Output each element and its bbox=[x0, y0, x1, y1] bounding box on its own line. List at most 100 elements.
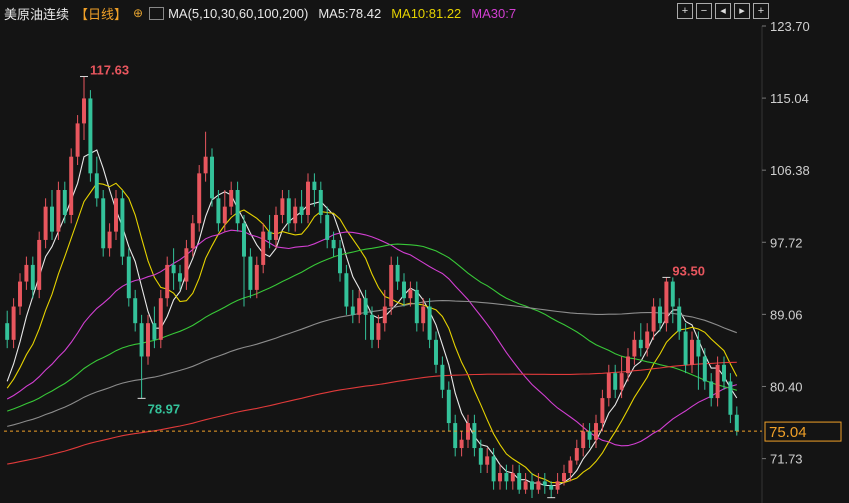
candle-down bbox=[210, 156, 214, 199]
y-tick-label: 115.04 bbox=[770, 91, 809, 106]
candle-down bbox=[722, 364, 726, 382]
candle-down bbox=[133, 298, 138, 324]
candle-down bbox=[299, 206, 304, 215]
candle-down bbox=[446, 389, 451, 424]
candle-up bbox=[555, 481, 560, 490]
candle-up bbox=[485, 456, 490, 465]
candle-down bbox=[331, 239, 336, 249]
y-tick-label: 80.40 bbox=[770, 379, 803, 394]
candle-up bbox=[306, 181, 310, 215]
candle-up bbox=[82, 98, 86, 124]
candle-down bbox=[286, 198, 291, 224]
candle-down bbox=[440, 364, 445, 390]
candle-down bbox=[101, 198, 106, 249]
candle-down bbox=[491, 456, 496, 482]
candle-up bbox=[715, 364, 720, 399]
candle-down bbox=[504, 473, 509, 482]
candle-up bbox=[107, 231, 112, 249]
candle-up bbox=[24, 264, 29, 282]
candle-up bbox=[510, 473, 515, 482]
candle-down bbox=[453, 423, 458, 449]
y-tick-label: 123.70 bbox=[770, 19, 810, 34]
annotation-label: 117.63 bbox=[90, 63, 129, 78]
candle-down bbox=[312, 181, 317, 190]
candle-up bbox=[581, 431, 586, 449]
candle-up bbox=[184, 248, 189, 282]
candle-up bbox=[43, 206, 48, 240]
candle-down bbox=[414, 289, 419, 324]
candle-up bbox=[75, 123, 80, 157]
candle-down bbox=[370, 314, 374, 340]
candle-up bbox=[523, 481, 528, 490]
candle-down bbox=[235, 189, 240, 224]
candle-down bbox=[344, 273, 349, 307]
candle-down bbox=[702, 356, 707, 382]
candle-down bbox=[152, 323, 157, 340]
candle-down bbox=[50, 206, 54, 232]
candle-up bbox=[664, 281, 669, 324]
candle-down bbox=[395, 264, 400, 282]
candle-up bbox=[261, 231, 266, 265]
candle-up bbox=[690, 339, 694, 365]
candle-down bbox=[139, 323, 144, 357]
candle-up bbox=[600, 398, 605, 424]
candle-down bbox=[350, 306, 355, 315]
candle-down bbox=[5, 323, 10, 340]
candle-down bbox=[638, 339, 643, 349]
candle-up bbox=[389, 264, 394, 307]
candle-down bbox=[658, 306, 662, 324]
y-tick-label: 97.72 bbox=[770, 235, 803, 250]
current-price-value: 75.04 bbox=[769, 424, 807, 441]
candle-down bbox=[427, 306, 432, 340]
candle-down bbox=[530, 481, 534, 490]
candle-up bbox=[146, 323, 150, 357]
candle-up bbox=[645, 331, 650, 349]
candle-up bbox=[651, 306, 656, 332]
candle-down bbox=[472, 423, 477, 449]
candle-down bbox=[549, 485, 554, 490]
candle-down bbox=[542, 481, 547, 486]
candle-up bbox=[158, 298, 163, 340]
annotation-label: 93.50 bbox=[672, 263, 705, 278]
candle-down bbox=[267, 231, 272, 240]
candle-up bbox=[459, 439, 464, 449]
y-tick-label: 71.73 bbox=[770, 452, 803, 467]
candle-down bbox=[677, 306, 682, 332]
candle-down bbox=[325, 214, 330, 240]
y-tick-label: 89.06 bbox=[770, 307, 803, 322]
candle-down bbox=[171, 264, 176, 274]
candle-down bbox=[94, 173, 99, 199]
candle-up bbox=[69, 156, 74, 215]
candle-down bbox=[517, 473, 522, 490]
candle-down bbox=[242, 223, 246, 257]
candle-up bbox=[114, 198, 118, 232]
candle-down bbox=[683, 331, 688, 365]
candle-down bbox=[248, 256, 253, 290]
candle-up bbox=[376, 323, 381, 340]
candle-up bbox=[203, 156, 208, 174]
candle-up bbox=[165, 264, 170, 299]
candle-up bbox=[382, 306, 387, 324]
candle-down bbox=[670, 281, 675, 307]
candle-up bbox=[229, 189, 234, 207]
candle-up bbox=[293, 206, 298, 224]
candle-down bbox=[587, 431, 592, 440]
candle-down bbox=[613, 373, 618, 390]
annotation-label: 78.97 bbox=[148, 401, 181, 416]
candle-up bbox=[197, 173, 202, 224]
candle-down bbox=[402, 281, 406, 299]
candle-down bbox=[216, 198, 221, 224]
candle-up bbox=[11, 306, 16, 340]
candle-down bbox=[728, 381, 733, 415]
candle-up bbox=[280, 198, 285, 215]
candle-up bbox=[357, 298, 362, 315]
candle-up bbox=[626, 356, 630, 374]
candlestick-chart[interactable]: 123.70 115.04 106.38 97.72 89.06 80.40 71.73 75… bbox=[0, 0, 849, 503]
candle-up bbox=[18, 281, 22, 307]
y-tick-label: 106.38 bbox=[770, 163, 810, 178]
candle-down bbox=[734, 414, 739, 432]
candle-down bbox=[696, 339, 701, 357]
candle-down bbox=[478, 448, 483, 465]
candle-down bbox=[318, 189, 323, 215]
candle-up bbox=[190, 223, 195, 249]
